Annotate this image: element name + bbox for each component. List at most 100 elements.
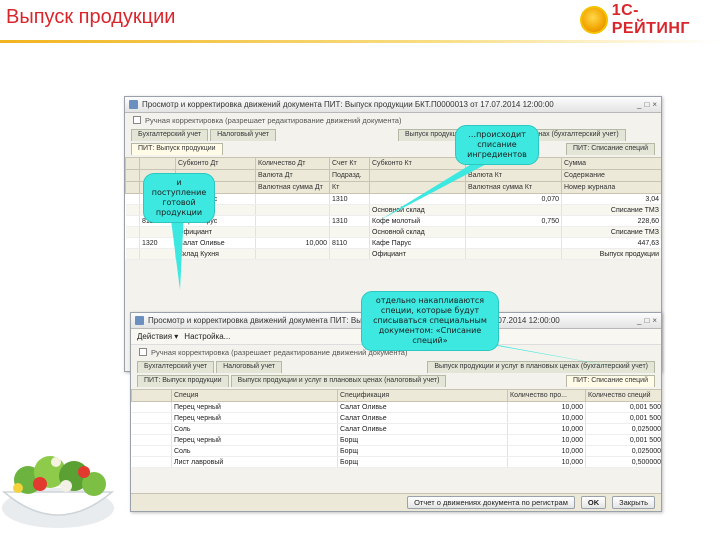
maximize-icon[interactable]: □ — [644, 100, 649, 109]
column-header[interactable]: Валютная сумма Кт — [465, 181, 562, 194]
tab-accounting[interactable]: Бухгалтерский учет — [137, 361, 215, 373]
manual-correction-checkbox[interactable] — [133, 116, 141, 124]
close-icon[interactable]: × — [652, 100, 657, 109]
row-marker-cell[interactable] — [131, 401, 172, 413]
table-cell[interactable]: Салат Оливье — [337, 412, 508, 424]
table-cell[interactable]: 0,025000 — [585, 445, 661, 457]
table-cell[interactable]: 10,000 — [507, 456, 586, 468]
table-cell[interactable] — [125, 215, 140, 227]
table-cell[interactable]: 0,025000 — [585, 423, 661, 435]
table-cell[interactable]: 0,750 — [465, 215, 562, 227]
tab-pit-spices[interactable]: ПИТ: Списание специй — [565, 375, 655, 387]
table-cell[interactable] — [329, 204, 370, 216]
table-cell[interactable] — [125, 204, 140, 216]
column-header[interactable]: Валютная сумма Дт — [255, 181, 330, 194]
table-cell[interactable]: 10,000 — [507, 401, 586, 413]
manual-correction-row[interactable]: Ручная корректировка (разрешает редактир… — [125, 113, 661, 127]
column-header[interactable]: Количество Дт — [255, 157, 330, 170]
tab-accounting[interactable]: Бухгалтерский учет — [131, 129, 209, 141]
table-cell[interactable]: Салат Оливье — [175, 237, 256, 249]
table-cell[interactable]: Лист лавровый — [171, 456, 338, 468]
table-row[interactable]: Лист лавровый Борщ 10,000 0,500000 — [131, 456, 661, 468]
table-cell[interactable]: 1310 — [329, 193, 370, 205]
column-header[interactable] — [131, 389, 172, 402]
column-header[interactable] — [369, 169, 466, 182]
column-header[interactable]: Валюта Кт — [465, 169, 562, 182]
actions-menu-button[interactable]: Действия ▾ — [137, 332, 178, 341]
table-cell[interactable] — [465, 237, 562, 249]
table-cell[interactable]: 0,001 500 — [585, 401, 661, 413]
column-header[interactable]: Субконто Кт — [369, 157, 466, 170]
movements-report-button[interactable]: Отчет о движениях документа по регистрам — [407, 496, 575, 509]
table-row[interactable]: 1320 Салат Оливье 10,000 8110 Кафе Парус 447,… — [125, 237, 661, 249]
column-header-spice[interactable]: Специя — [171, 389, 338, 402]
table-cell[interactable]: Борщ — [337, 445, 508, 457]
row-marker-cell[interactable] — [131, 412, 172, 424]
table-cell[interactable] — [329, 248, 370, 260]
table-cell[interactable]: 10,000 — [507, 423, 586, 435]
table-cell[interactable]: Соль — [171, 445, 338, 457]
column-header-qty-product[interactable]: Количество про... — [507, 389, 586, 402]
column-header[interactable] — [369, 181, 466, 194]
table-row[interactable]: Перец черный Салат Оливье 10,000 0,001 500 — [131, 412, 661, 424]
table-cell[interactable]: Борщ — [337, 456, 508, 468]
settings-button[interactable]: Настройка... — [184, 332, 230, 341]
table-cell[interactable] — [465, 226, 562, 238]
maximize-icon[interactable]: □ — [644, 316, 649, 325]
table-cell[interactable]: 0,001 500 — [585, 434, 661, 446]
minimize-icon[interactable]: _ — [637, 316, 641, 325]
table-cell[interactable]: Борщ — [337, 434, 508, 446]
table-cell[interactable] — [465, 248, 562, 260]
column-header[interactable]: Сумма — [561, 157, 661, 170]
table-cell[interactable] — [139, 248, 176, 260]
table-cell[interactable]: 10,000 — [507, 412, 586, 424]
column-header[interactable]: Подразд. — [329, 169, 370, 182]
table-cell[interactable] — [255, 215, 330, 227]
table-cell[interactable] — [329, 226, 370, 238]
column-header[interactable]: Содержание — [561, 169, 661, 182]
column-header-specification[interactable]: Спецификация — [337, 389, 508, 402]
close-icon[interactable]: × — [652, 316, 657, 325]
table-cell[interactable]: 10,000 — [507, 434, 586, 446]
table-cell[interactable]: 10,000 — [507, 445, 586, 457]
column-header[interactable] — [125, 181, 140, 194]
table-cell[interactable]: Основной склад — [369, 226, 466, 238]
tab-tax[interactable]: Налоговый учет — [216, 361, 282, 373]
table-cell[interactable]: 0,070 — [465, 193, 562, 205]
column-header[interactable]: Кт — [329, 181, 370, 194]
table-row[interactable]: Перец черный Борщ 10,000 0,001 500 — [131, 434, 661, 446]
column-header[interactable] — [125, 157, 140, 170]
tab-tax[interactable]: Налоговый учет — [210, 129, 276, 141]
table-cell[interactable] — [255, 226, 330, 238]
column-header[interactable]: Номер журнала — [561, 181, 661, 194]
column-header-qty-spice[interactable]: Количество специй — [585, 389, 661, 402]
column-header[interactable] — [125, 169, 140, 182]
table-cell[interactable]: 0,500000 — [585, 456, 661, 468]
table-cell[interactable]: Списание ТМЗ — [561, 226, 661, 238]
table-cell[interactable]: 447,63 — [561, 237, 661, 249]
table-cell[interactable]: Официант — [369, 248, 466, 260]
tab-pit-output[interactable]: ПИТ: Выпуск продукции — [137, 375, 229, 387]
table-row[interactable]: Перец черный Салат Оливье 10,000 0,001 500 — [131, 401, 661, 413]
table-cell[interactable]: 1320 — [139, 237, 176, 249]
table-cell[interactable]: Перец черный — [171, 434, 338, 446]
table-cell[interactable]: Перец черный — [171, 412, 338, 424]
table-cell[interactable] — [139, 226, 176, 238]
table-cell[interactable] — [255, 204, 330, 216]
table-cell[interactable] — [125, 248, 140, 260]
table-cell[interactable]: Официант — [175, 226, 256, 238]
table-cell[interactable]: Кофе молотый — [369, 215, 466, 227]
table-cell[interactable] — [125, 226, 140, 238]
table-cell[interactable] — [125, 237, 140, 249]
table-cell[interactable]: Списание ТМЗ — [561, 204, 661, 216]
table-cell[interactable]: Соль — [171, 423, 338, 435]
table-cell[interactable]: 10,000 — [255, 237, 330, 249]
table-cell[interactable] — [465, 204, 562, 216]
row-marker-cell[interactable] — [131, 423, 172, 435]
table-cell[interactable]: 0,001 500 — [585, 412, 661, 424]
window-titlebar[interactable]: Просмотр и корректировка движений докуме… — [125, 97, 661, 113]
table-cell[interactable]: 1310 — [329, 215, 370, 227]
table-cell[interactable]: Основной склад — [369, 204, 466, 216]
table-row[interactable]: Официант Основной склад Списание ТМЗ — [125, 226, 661, 238]
table-cell[interactable]: Склад Кухня — [175, 248, 256, 260]
